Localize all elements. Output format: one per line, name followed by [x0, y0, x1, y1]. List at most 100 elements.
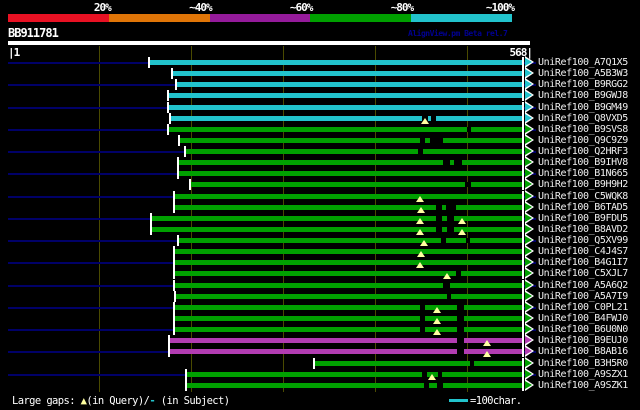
hit-label[interactable]: UniRef100_A9SZK1 [538, 380, 628, 391]
hit-label[interactable]: UniRef100_B9IHV8 [538, 157, 628, 168]
hit-label[interactable]: UniRef100_Q5XV99 [538, 235, 628, 246]
identity-scale-segment [209, 14, 311, 22]
hit-label[interactable]: UniRef100_B9RGG2 [538, 79, 628, 90]
hit-label[interactable]: UniRef100_C5XJL7 [538, 268, 628, 279]
query-gap-triangle [415, 195, 424, 202]
hit-bar[interactable] [175, 204, 522, 210]
hit-label[interactable]: UniRef100_C0PL21 [538, 302, 628, 313]
alignment-row: UniRef100_A5A6Q2 [8, 278, 640, 291]
hit-bar[interactable] [178, 160, 522, 166]
hit-label[interactable]: UniRef100_B9FDU5 [538, 213, 628, 224]
hit-bar[interactable] [175, 304, 522, 310]
alignment-start-tick [173, 268, 176, 280]
hit-label[interactable]: UniRef100_B9H9H2 [538, 179, 628, 190]
hit-label[interactable]: UniRef100_B3H5R0 [538, 358, 628, 369]
hit-label[interactable]: UniRef100_C4J4S7 [538, 246, 628, 257]
hit-bar[interactable] [176, 293, 522, 299]
hit-label[interactable]: UniRef100_B9SVS8 [538, 124, 628, 135]
arrowhead-fill [525, 369, 532, 378]
hit-bar[interactable] [178, 171, 522, 177]
hit-label[interactable]: UniRef100_Q8VXD5 [538, 113, 628, 124]
alignment-row: UniRef100_A7Q1X5 [8, 56, 640, 68]
hit-bar[interactable] [187, 371, 522, 377]
hit-label[interactable]: UniRef100_B4FWJ0 [538, 313, 628, 324]
alignment-row: UniRef100_B9GWJ8 [8, 89, 640, 102]
hit-bar[interactable] [169, 349, 522, 355]
hit-bar[interactable] [152, 215, 522, 221]
hit-label[interactable]: UniRef100_B8AVD2 [538, 224, 628, 235]
alignment-start-tick [173, 201, 176, 213]
hit-label[interactable]: UniRef100_Q2HRF3 [538, 146, 628, 157]
alignment-end-tick [522, 112, 524, 124]
alignment-row: UniRef100_B4G1I7 [8, 256, 640, 269]
hit-bar[interactable] [169, 338, 522, 344]
subject-gap-dash [457, 304, 464, 310]
hit-label[interactable]: UniRef100_B1N665 [538, 168, 628, 179]
query-bar [8, 41, 530, 45]
hit-bar[interactable] [168, 93, 522, 99]
identity-scale-bar [8, 14, 512, 22]
hit-bar[interactable] [175, 327, 522, 333]
hit-bar[interactable] [175, 282, 522, 288]
arrowhead-fill [525, 80, 532, 89]
alignment-start-tick [173, 324, 176, 336]
hit-bar[interactable] [152, 226, 522, 232]
hit-label[interactable]: UniRef100_A5A6Q2 [538, 280, 628, 291]
alignment-row: UniRef100_A5B3W3 [8, 67, 640, 80]
hit-bar[interactable] [178, 238, 522, 244]
alignment-end-tick [522, 90, 524, 102]
query-gap-triangle [482, 340, 491, 347]
hit-bar[interactable] [170, 115, 522, 121]
hit-bar[interactable] [179, 137, 522, 143]
alignment-start-tick [176, 157, 179, 169]
alignment-start-tick [185, 368, 188, 380]
hit-label[interactable]: UniRef100_B9GM49 [538, 102, 628, 113]
hit-bar[interactable] [175, 249, 522, 255]
hit-bar[interactable] [175, 193, 522, 199]
hit-bar[interactable] [175, 260, 522, 266]
hit-bar[interactable] [314, 360, 522, 366]
hit-bar[interactable] [172, 71, 522, 77]
hit-bar[interactable] [175, 315, 522, 321]
hit-bar[interactable] [190, 182, 522, 188]
alignment-start-tick [177, 134, 180, 146]
subject-gap-dash [466, 126, 472, 132]
hit-label[interactable]: UniRef100_B9EUJ0 [538, 335, 628, 346]
arrowhead-fill [525, 358, 532, 367]
hit-label[interactable]: UniRef100_A5B3W3 [538, 68, 628, 79]
alignment-rows: UniRef100_A7Q1X5 UniRef100_A5B3W3 UniRef10… [8, 56, 640, 393]
hit-bar[interactable] [187, 382, 522, 388]
hit-label[interactable]: UniRef100_B9GWJ8 [538, 90, 628, 101]
alignment-row: UniRef100_A9SZX1 [8, 367, 640, 380]
alignment-start-tick [173, 246, 176, 258]
alignment-end-tick [522, 312, 524, 324]
hit-label[interactable]: UniRef100_C5WQK8 [538, 191, 628, 202]
hit-label[interactable]: UniRef100_B6TAD5 [538, 202, 628, 213]
alignment-row: UniRef100_B1N665 [8, 167, 640, 180]
hit-bar[interactable] [175, 271, 522, 277]
identity-scale-label: ~80% [390, 1, 415, 14]
query-gap-triangle [421, 117, 430, 124]
hit-bar[interactable] [168, 104, 522, 110]
hit-bar[interactable] [177, 82, 522, 88]
hit-bar[interactable] [186, 149, 522, 155]
query-gap-triangle [433, 306, 442, 313]
hit-label[interactable]: UniRef100_B8AB16 [538, 346, 628, 357]
hit-bar[interactable] [150, 60, 522, 65]
alignment-row: UniRef100_B6U0N0 [8, 323, 640, 336]
hit-label[interactable]: UniRef100_Q9C9Z9 [538, 135, 628, 146]
hit-label[interactable]: UniRef100_B6U0N0 [538, 324, 628, 335]
alignment-start-tick [312, 357, 315, 369]
hit-label[interactable]: UniRef100_A7Q1X5 [538, 57, 628, 68]
hit-label[interactable]: UniRef100_A5A7I9 [538, 291, 628, 302]
alignment-end-tick [522, 168, 524, 180]
hit-label[interactable]: UniRef100_A9SZX1 [538, 369, 628, 380]
alignment-row: UniRef100_B9IHV8 [8, 156, 640, 169]
alignment-row: UniRef100_Q5XV99 [8, 234, 640, 247]
alignment-start-tick [173, 190, 176, 202]
arrowhead-fill [525, 224, 532, 233]
arrowhead-fill [525, 113, 532, 122]
alignment-start-tick [150, 212, 153, 224]
scale-length-line [449, 399, 468, 402]
hit-label[interactable]: UniRef100_B4G1I7 [538, 257, 628, 268]
